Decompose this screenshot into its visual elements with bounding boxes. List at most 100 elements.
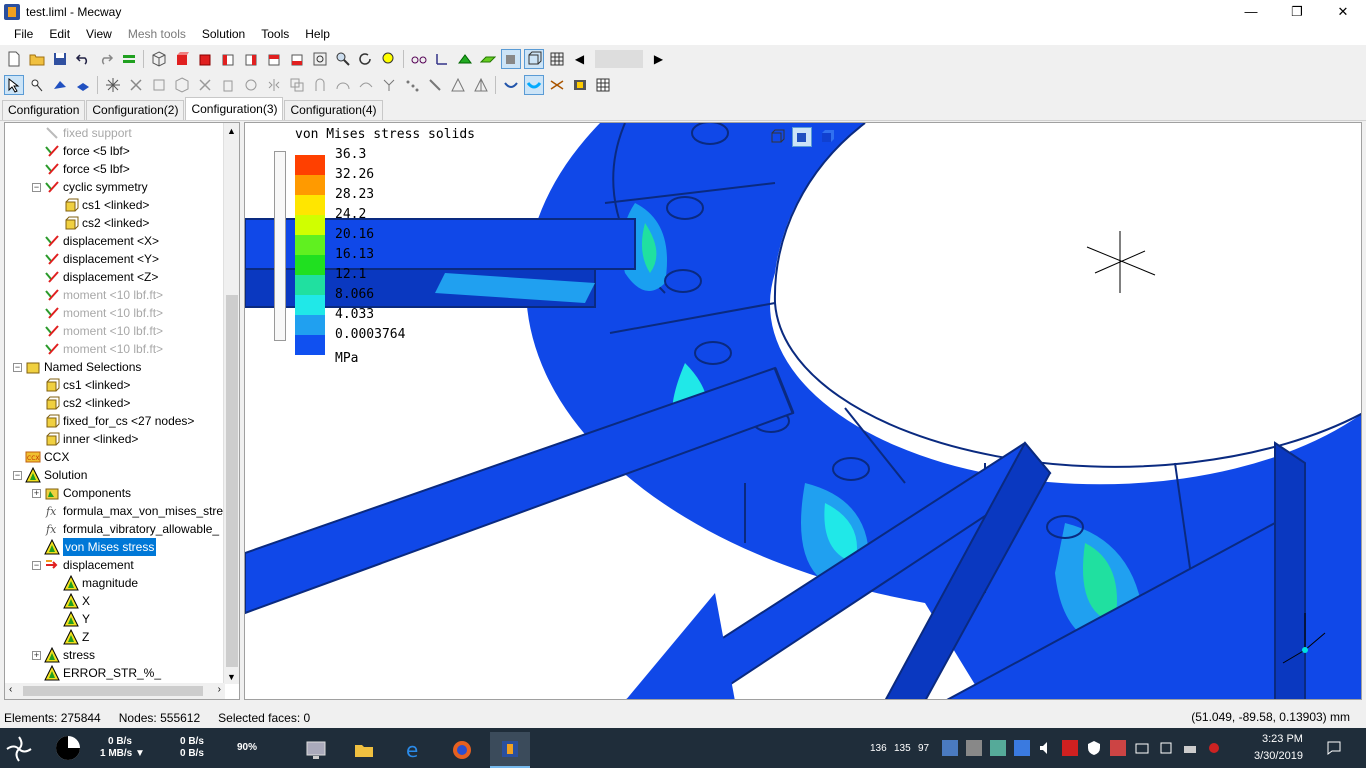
split-icon[interactable] — [126, 75, 146, 95]
start-icon[interactable] — [4, 734, 34, 767]
undo-icon[interactable] — [73, 49, 93, 69]
table-icon[interactable] — [593, 75, 613, 95]
solve-icon[interactable] — [119, 49, 139, 69]
clock-date[interactable]: 3/30/2019 — [1254, 750, 1303, 762]
tree-item[interactable]: + Components — [32, 484, 131, 502]
view-back-icon[interactable] — [195, 49, 215, 69]
tree-item[interactable]: von Mises stress — [32, 538, 157, 556]
move-icon[interactable] — [425, 75, 445, 95]
menu-edit[interactable]: Edit — [41, 23, 78, 45]
collapse-icon[interactable]: − — [32, 560, 41, 570]
tree-item[interactable]: − Solution — [13, 466, 87, 484]
tree-vertical-scrollbar[interactable]: ▲ ▼ — [223, 123, 239, 684]
tray-w-icon[interactable] — [1014, 740, 1030, 756]
tree-item[interactable]: − cyclic symmetry — [32, 178, 148, 196]
tree-item[interactable]: fx formula_max_von_mises_stre — [32, 502, 223, 520]
animation-icon[interactable] — [570, 75, 590, 95]
menu-help[interactable]: Help — [297, 23, 338, 45]
tray-usb-icon[interactable] — [1158, 740, 1174, 756]
collapse-icon[interactable]: − — [32, 182, 41, 192]
view-right-icon[interactable] — [241, 49, 261, 69]
tree-item[interactable]: displacement <Z> — [32, 268, 158, 286]
tray-shield-icon[interactable] — [1086, 740, 1102, 756]
tree-item[interactable]: Y — [51, 610, 90, 628]
deform-icon[interactable] — [501, 75, 521, 95]
collapse-icon[interactable]: − — [13, 362, 22, 372]
dots-icon[interactable] — [402, 75, 422, 95]
open-folder-icon[interactable] — [27, 49, 47, 69]
tree-item[interactable]: displacement <X> — [32, 232, 159, 250]
scroll-right-icon[interactable]: ▶ — [649, 49, 669, 69]
cube-outline-icon[interactable] — [172, 75, 192, 95]
mesh-grid-icon[interactable] — [547, 49, 567, 69]
merge-icon[interactable] — [310, 75, 330, 95]
tree-item[interactable]: cs1 <linked> — [51, 196, 149, 214]
tree-item[interactable]: moment <10 lbf.ft> — [32, 322, 163, 340]
select-faces-icon[interactable] — [73, 75, 93, 95]
collapse-icon[interactable]: − — [13, 470, 22, 480]
tree-item[interactable]: ERROR_STR_%_ — [32, 664, 161, 682]
notification-icon[interactable] — [1326, 740, 1342, 756]
tray-network-icon[interactable] — [1134, 740, 1150, 756]
scroll-left-icon[interactable]: ◀ — [570, 49, 590, 69]
fea-model-render[interactable] — [245, 123, 1362, 700]
taskbar-mecway[interactable] — [490, 732, 530, 768]
tree-item[interactable]: + stress — [32, 646, 95, 664]
box-icon[interactable] — [149, 75, 169, 95]
tree-item[interactable]: cs2 <linked> — [51, 214, 149, 232]
tray-device-icon[interactable] — [966, 740, 982, 756]
triangle-split-icon[interactable] — [471, 75, 491, 95]
axes-dropdown-icon[interactable] — [432, 49, 452, 69]
save-icon[interactable] — [50, 49, 70, 69]
tree-item[interactable]: CCX CCX — [13, 448, 69, 466]
menu-file[interactable]: File — [6, 23, 41, 45]
smooth-icon[interactable] — [356, 75, 376, 95]
tree-item[interactable]: force <5 lbf> — [32, 160, 130, 178]
tray-av-icon[interactable] — [1110, 740, 1126, 756]
refine-icon[interactable] — [333, 75, 353, 95]
tab-configuration-2[interactable]: Configuration(2) — [86, 100, 185, 120]
tree-item[interactable]: moment <10 lbf.ft> — [32, 286, 163, 304]
view-cube-shaded-icon[interactable] — [817, 127, 837, 147]
tree-item[interactable]: displacement <Y> — [32, 250, 159, 268]
tree-item[interactable]: magnitude — [51, 574, 138, 592]
3d-viewport[interactable]: von Mises stress solids 36.3 32.26 28.23 24… — [244, 122, 1362, 700]
new-file-icon[interactable] — [4, 49, 24, 69]
view-top-icon[interactable] — [264, 49, 284, 69]
select-elements-icon[interactable] — [50, 75, 70, 95]
select-nodes-icon[interactable] — [27, 75, 47, 95]
tab-configuration[interactable]: Configuration — [2, 100, 86, 120]
tree-horizontal-scrollbar[interactable]: ‹ › — [5, 683, 225, 699]
view-front-icon[interactable] — [172, 49, 192, 69]
tree-item[interactable]: fx formula_vibratory_allowable_ — [32, 520, 219, 538]
view-cube-wire-icon[interactable] — [767, 127, 787, 147]
tree-item[interactable]: − Named Selections — [13, 358, 141, 376]
legend-slider[interactable] — [274, 151, 286, 341]
menu-mesh-tools[interactable]: Mesh tools — [120, 23, 194, 45]
zoom-window-icon[interactable] — [310, 49, 330, 69]
volume-icon[interactable] — [1038, 740, 1054, 756]
tree-split-icon[interactable] — [379, 75, 399, 95]
tree-scroll-thumb[interactable] — [226, 295, 238, 667]
view-left-icon[interactable] — [218, 49, 238, 69]
menu-solution[interactable]: Solution — [194, 23, 253, 45]
taskbar-firefox[interactable] — [442, 732, 482, 768]
expand-icon[interactable]: + — [32, 488, 41, 498]
tab-configuration-3[interactable]: Configuration(3) — [185, 97, 284, 120]
view-iso-icon[interactable] — [149, 49, 169, 69]
contour-icon[interactable] — [523, 75, 544, 95]
extrude-icon[interactable] — [218, 75, 238, 95]
expand-icon[interactable]: + — [32, 650, 41, 660]
tree-item[interactable]: force <5 lbf> — [32, 142, 130, 160]
surface-icon[interactable] — [478, 49, 498, 69]
maximize-button[interactable]: ❐ — [1274, 0, 1320, 23]
menu-tools[interactable]: Tools — [253, 23, 297, 45]
tree-item[interactable]: X — [51, 592, 90, 610]
tree-item[interactable]: fixed_for_cs <27 nodes> — [32, 412, 194, 430]
taskbar-app-monitor[interactable] — [296, 732, 336, 768]
tree-item[interactable]: inner <linked> — [32, 430, 138, 448]
tray-b-icon[interactable] — [1062, 740, 1078, 756]
tree-item[interactable]: moment <10 lbf.ft> — [32, 340, 163, 358]
tray-printer-icon[interactable] — [1182, 740, 1198, 756]
tree-item[interactable]: cs1 <linked> — [32, 376, 130, 394]
